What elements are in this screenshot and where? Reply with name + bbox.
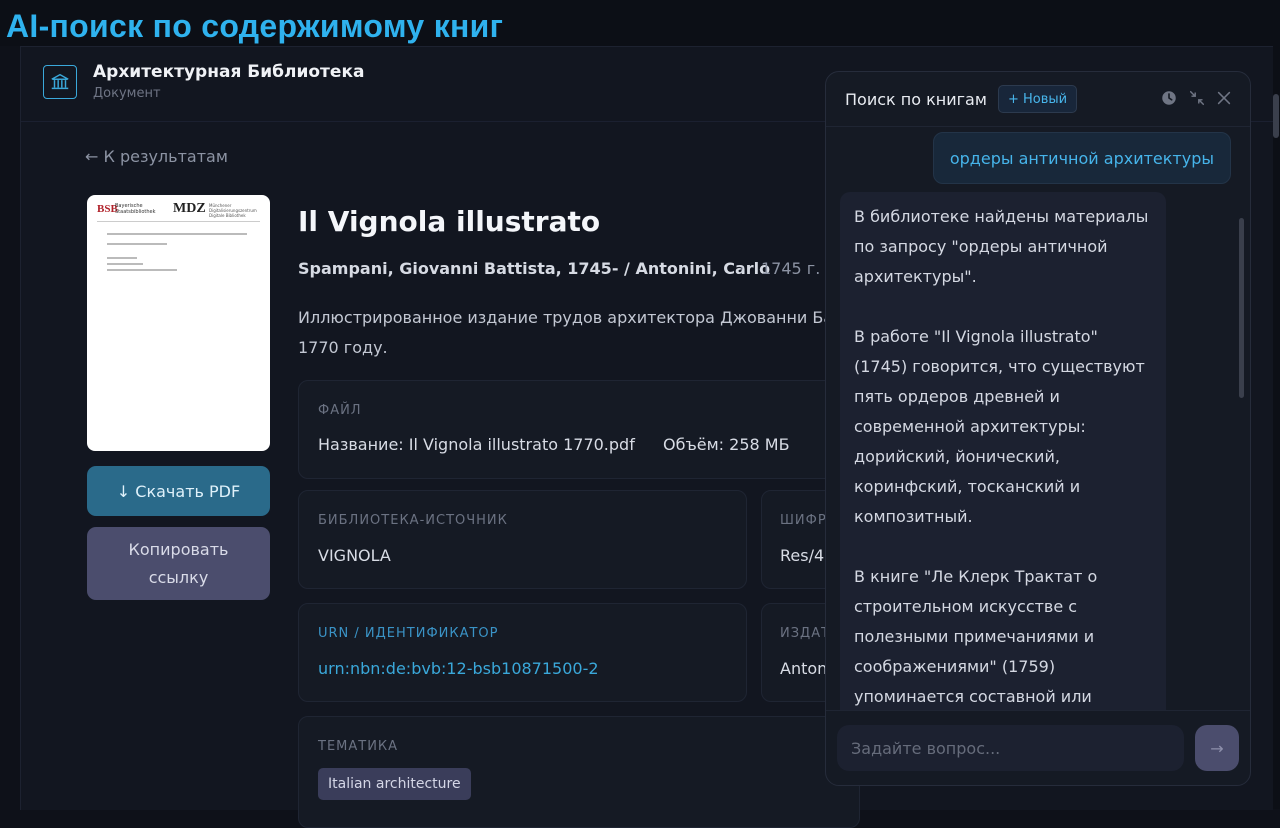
cover-text-line (107, 263, 143, 265)
page-banner: AI-поиск по содержимому книг (0, 0, 1280, 46)
publisher-label: ИЗДАТ (780, 626, 831, 641)
chat-messages[interactable]: ордеры античной архитектуры В библиотеке… (826, 126, 1250, 710)
banner-title: AI-поиск по содержимому книг (6, 8, 504, 44)
book-search-chat-panel: Поиск по книгам + Новый ордеры античной … (825, 71, 1251, 786)
urn-link[interactable]: urn:nbn:de:bvb:12-bsb10871500-2 (318, 659, 599, 678)
file-label: ФАЙЛ (318, 403, 362, 418)
chat-title: Поиск по книгам (845, 90, 987, 109)
assistant-paragraph: В книге "Ле Клерк Трактат о строительном… (854, 567, 1098, 706)
history-clock-icon[interactable] (1159, 88, 1179, 108)
book-description: Иллюстрированное издание трудов архитект… (298, 308, 834, 357)
cover-text-line (107, 257, 137, 259)
bsb-logo-text: Bayerische Staatsbibliothek (115, 203, 156, 215)
window-scrollbar-thumb[interactable] (1273, 94, 1279, 138)
meta-separator: · (739, 259, 745, 278)
assistant-paragraph: В работе "Il Vignola illustrato" (1745) … (854, 327, 1145, 526)
download-pdf-button[interactable]: ↓ Скачать PDF (87, 466, 270, 516)
topic-tag[interactable]: Italian architecture (318, 768, 471, 800)
new-chat-button[interactable]: + Новый (998, 85, 1078, 113)
user-message: ордеры античной архитектуры (932, 132, 1231, 184)
collapse-icon[interactable] (1187, 88, 1207, 108)
topics-card: ТЕМАТИКА Italian architecture (298, 716, 860, 828)
file-name: Название: Il Vignola illustrato 1770.pdf (318, 435, 635, 454)
source-library-card: БИБЛИОТЕКА-ИСТОЧНИК VIGNOLA (298, 490, 747, 589)
cover-text-line (107, 233, 247, 235)
mdz-logo-text: Münchener Digitalisierungszentrum Digita… (209, 203, 257, 218)
book-year: 1745 г. (761, 259, 821, 278)
mdz-logo: MDZ (173, 201, 206, 216)
app-name: Архитектурная Библиотека (93, 62, 365, 82)
copy-link-button[interactable]: Копировать ссылку (87, 527, 270, 600)
chat-scrollbar-thumb[interactable] (1239, 218, 1244, 398)
shelfmark-label: ШИФР (780, 513, 827, 528)
send-button[interactable]: → (1195, 725, 1239, 771)
source-library-value: VIGNOLA (318, 546, 391, 565)
cover-divider (97, 221, 260, 222)
assistant-message: В библиотеке найдены материалы по запрос… (840, 192, 1166, 710)
window-scrollbar[interactable] (1272, 46, 1280, 809)
urn-label: URN / ИДЕНТИФИКАТОР (318, 626, 499, 641)
file-size: Объём: 258 МБ (663, 435, 790, 454)
cover-text-line (107, 243, 167, 245)
app-window: Архитектурная Библиотека Документ ← К ре… (20, 46, 1273, 828)
copy-link-label: Копировать ссылку (128, 539, 229, 587)
cover-text-line (107, 269, 177, 271)
file-card: ФАЙЛ Название: Il Vignola illustrato 177… (298, 380, 860, 479)
urn-card: URN / ИДЕНТИФИКАТОР urn:nbn:de:bvb:12-bs… (298, 603, 747, 702)
close-icon[interactable] (1214, 88, 1234, 108)
question-input[interactable] (837, 725, 1184, 771)
shelfmark-value: Res/4 (780, 546, 825, 565)
publisher-value: Anton (780, 659, 828, 678)
assistant-paragraph: В библиотеке найдены материалы по запрос… (854, 207, 1149, 286)
back-to-results-link[interactable]: ← К результатам (85, 147, 228, 166)
app-subtitle: Документ (93, 86, 161, 101)
chat-header: Поиск по книгам + Новый (826, 72, 1250, 127)
chat-composer: → (826, 710, 1250, 785)
book-cover-thumbnail[interactable]: BSB Bayerische Staatsbibliothek MDZ Münc… (87, 195, 270, 451)
library-building-icon[interactable] (43, 65, 77, 99)
topics-label: ТЕМАТИКА (318, 739, 399, 754)
book-title: Il Vignola illustrato (298, 205, 601, 238)
source-library-label: БИБЛИОТЕКА-ИСТОЧНИК (318, 513, 508, 528)
book-authors: Spampani, Giovanni Battista, 1745- / Ant… (298, 259, 771, 278)
